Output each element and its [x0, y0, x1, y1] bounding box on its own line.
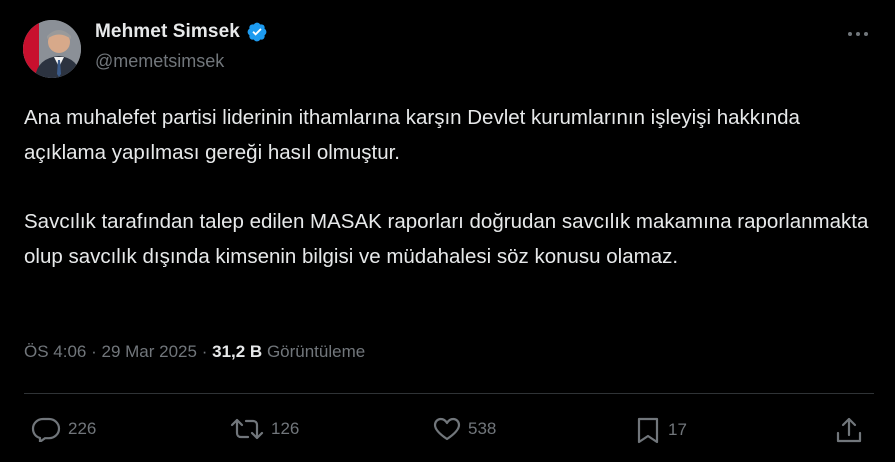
share-icon — [836, 417, 862, 443]
author-name-row: Mehmet Simsek — [95, 21, 268, 43]
repost-button[interactable]: 126 — [229, 416, 299, 442]
avatar[interactable] — [23, 20, 81, 78]
bookmark-button[interactable]: 17 — [634, 416, 687, 444]
tweet-paragraph: Ana muhalefet partisi liderinin ithamlar… — [24, 106, 800, 164]
tweet: Mehmet Simsek @memetsimsek Ana muhalefet… — [0, 0, 895, 462]
author-display-name[interactable]: Mehmet Simsek — [95, 21, 240, 43]
share-button[interactable] — [834, 416, 864, 444]
heart-icon — [433, 417, 461, 441]
divider — [24, 393, 874, 394]
meta-separator: · — [91, 342, 97, 361]
views-count[interactable]: 31,2 B — [212, 342, 262, 361]
tweet-time[interactable]: ÖS 4:06 — [24, 342, 86, 361]
more-icon — [848, 32, 868, 36]
verified-badge-icon — [246, 21, 268, 43]
author-handle[interactable]: @memetsimsek — [95, 51, 224, 72]
reply-count: 226 — [68, 419, 97, 438]
tweet-date[interactable]: 29 Mar 2025 — [102, 342, 197, 361]
meta-separator: · — [201, 342, 208, 361]
more-button[interactable] — [838, 22, 878, 46]
like-button[interactable]: 538 — [432, 416, 496, 442]
tweet-meta: ÖS 4:06 · 29 Mar 2025 · 31,2 B Görüntüle… — [24, 342, 365, 362]
reply-icon — [31, 417, 61, 442]
avatar-image — [23, 20, 81, 78]
like-count: 538 — [468, 419, 497, 438]
bookmark-icon — [637, 417, 659, 444]
reply-button[interactable]: 226 — [30, 416, 96, 442]
bookmark-count: 17 — [668, 420, 687, 439]
repost-icon — [230, 418, 264, 440]
tweet-paragraph: Savcılık tarafından talep edilen MASAK r… — [24, 210, 869, 268]
views-label: Görüntüleme — [266, 342, 366, 361]
repost-count: 126 — [271, 419, 300, 438]
tweet-text: Ana muhalefet partisi liderinin ithamlar… — [24, 100, 874, 274]
